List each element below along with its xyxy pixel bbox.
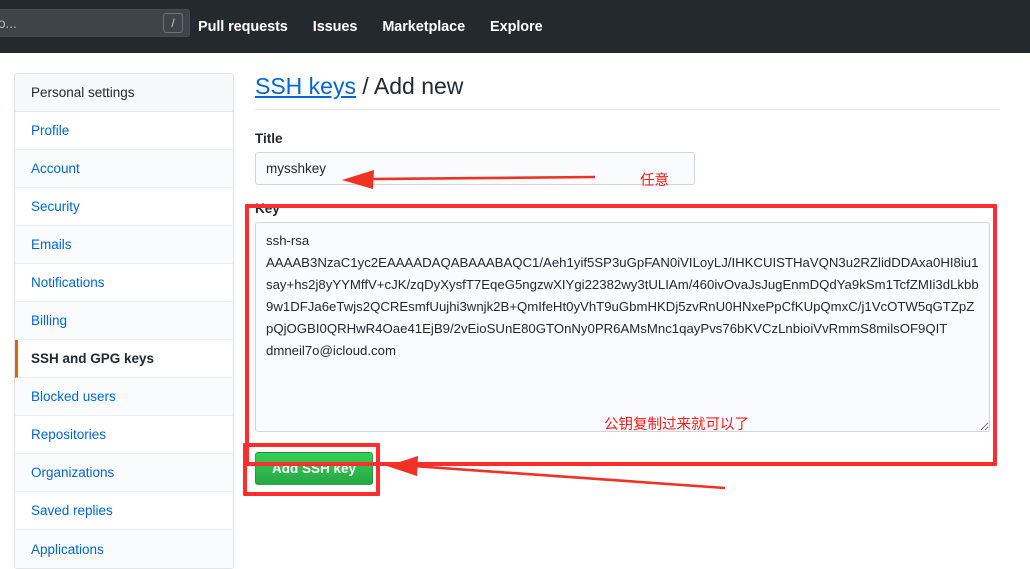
global-search-box[interactable]: / <box>0 9 190 37</box>
add-ssh-key-button[interactable]: Add SSH key <box>255 452 374 485</box>
page-title: SSH keys / Add new <box>255 73 1000 110</box>
sidebar-item-ssh-and-gpg-keys[interactable]: SSH and GPG keys <box>15 340 233 378</box>
key-field-label: Key <box>255 201 280 216</box>
sidebar-item-account[interactable]: Account <box>15 150 233 188</box>
title-field-label: Title <box>255 131 283 146</box>
sidebar-item-organizations[interactable]: Organizations <box>15 454 233 492</box>
nav-links: Pull requests Issues Marketplace Explore <box>198 0 568 53</box>
key-textarea[interactable]: ssh-rsa AAAAB3NzaC1yc2EAAAADAQABAAABAQC1… <box>255 222 990 432</box>
sidebar-item-applications[interactable]: Applications <box>15 530 233 568</box>
sidebar-item-profile[interactable]: Profile <box>15 112 233 150</box>
sidebar-heading: Personal settings <box>15 74 233 112</box>
personal-settings-sidebar: Personal settings Profile Account Securi… <box>14 73 234 569</box>
main-content: SSH keys / Add new Title Key ssh-rsa AAA… <box>255 73 1000 485</box>
breadcrumb-ssh-keys-link[interactable]: SSH keys <box>255 73 356 99</box>
sidebar-item-blocked-users[interactable]: Blocked users <box>15 378 233 416</box>
slash-shortcut-hint: / <box>163 13 183 33</box>
nav-link-explore[interactable]: Explore <box>490 19 543 35</box>
sidebar-item-repositories[interactable]: Repositories <box>15 416 233 454</box>
sidebar-item-billing[interactable]: Billing <box>15 302 233 340</box>
nav-link-issues[interactable]: Issues <box>313 19 358 35</box>
nav-link-pull-requests[interactable]: Pull requests <box>198 19 288 35</box>
nav-link-marketplace[interactable]: Marketplace <box>382 19 465 35</box>
title-input[interactable] <box>255 152 695 185</box>
top-navigation-bar: / Pull requests Issues Marketplace Explo… <box>0 0 1030 53</box>
sidebar-item-security[interactable]: Security <box>15 188 233 226</box>
page-body: Personal settings Profile Account Securi… <box>0 53 1030 569</box>
breadcrumb-current: / Add new <box>362 73 464 99</box>
sidebar-item-saved-replies[interactable]: Saved replies <box>15 492 233 530</box>
sidebar-item-notifications[interactable]: Notifications <box>15 264 233 302</box>
sidebar-item-emails[interactable]: Emails <box>15 226 233 264</box>
search-input[interactable] <box>0 15 163 31</box>
